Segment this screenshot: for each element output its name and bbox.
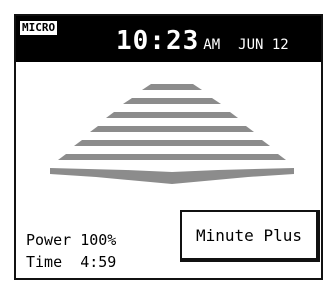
- microwave-display-frame: MICRO 10:23 AM JUN 12 Power 100% Time 4:59…: [14, 14, 323, 280]
- time-label: Time: [26, 253, 63, 271]
- time-value: 4:59: [80, 253, 117, 271]
- clock: 10:23 AM JUN 12: [116, 26, 289, 56]
- header-bar: MICRO 10:23 AM JUN 12: [16, 16, 321, 62]
- clock-date: JUN 12: [238, 37, 289, 53]
- minute-plus-button[interactable]: Minute Plus: [180, 210, 320, 262]
- wave-arc-4: [90, 126, 254, 132]
- time-row: Time 4:59: [26, 251, 116, 273]
- wave-arc-7: [50, 168, 294, 184]
- power-value: 100%: [80, 231, 117, 249]
- clock-ampm: AM: [203, 37, 221, 53]
- wave-arc-1: [142, 84, 202, 90]
- wave-arc-6: [58, 154, 286, 160]
- wave-arc-2: [123, 98, 221, 104]
- wave-arc-5: [74, 140, 270, 146]
- wave-arc-3: [106, 112, 238, 118]
- clock-time: 10:23: [116, 26, 200, 56]
- power-row: Power 100%: [26, 229, 116, 251]
- mode-badge: MICRO: [20, 21, 58, 35]
- power-label: Power: [26, 231, 72, 249]
- microwave-waves-icon: [50, 84, 294, 184]
- status-panel: Power 100% Time 4:59: [26, 229, 116, 273]
